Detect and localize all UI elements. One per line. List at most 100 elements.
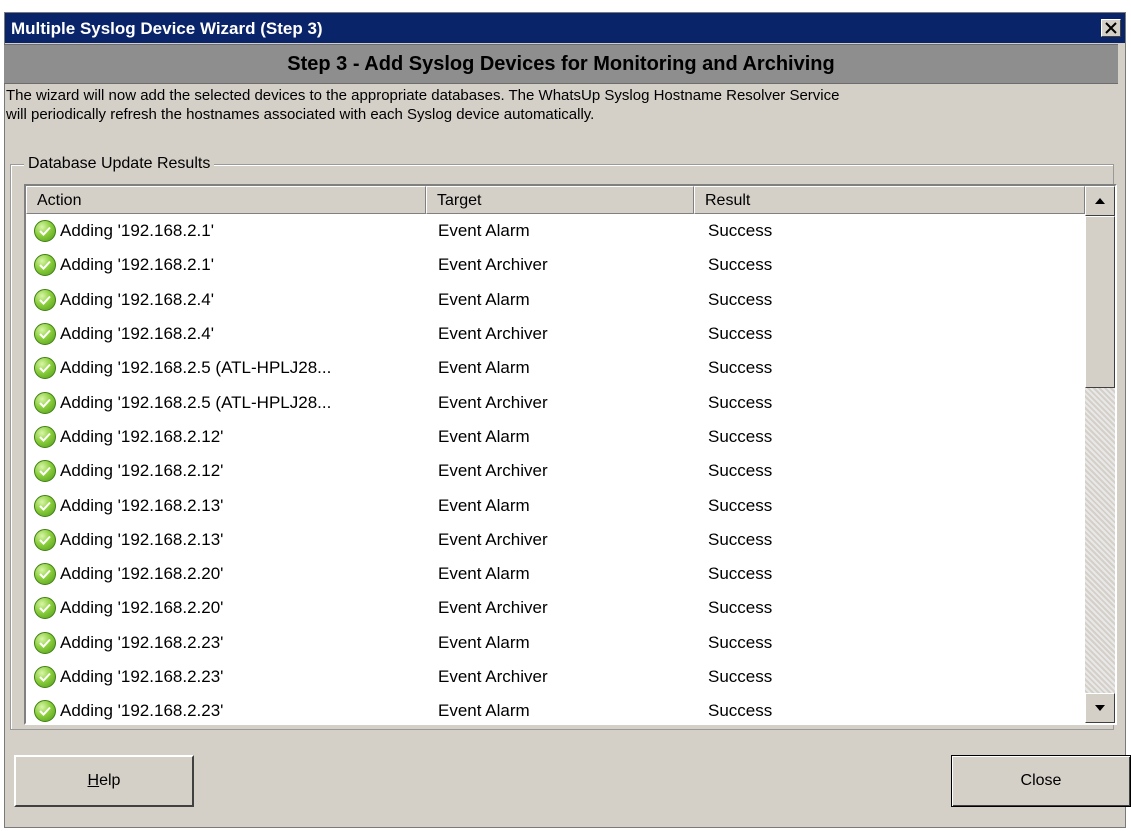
action-text: Adding '192.168.2.5 (ATL-HPLJ28...: [60, 358, 332, 378]
vertical-scrollbar[interactable]: [1085, 186, 1115, 723]
cell-result: Success: [708, 426, 773, 446]
step-description: The wizard will now add the selected dev…: [6, 86, 1116, 124]
action-text: Adding '192.168.2.13': [60, 495, 224, 515]
checkmark-success-icon: [34, 494, 56, 517]
table-row[interactable]: Adding '192.168.2.1' Event Archiver Succes…: [26, 248, 1085, 282]
cell-action: Adding '192.168.2.12': [26, 425, 434, 448]
action-text: Adding '192.168.2.20': [60, 564, 224, 584]
cell-action: Adding '192.168.2.1': [26, 220, 434, 243]
action-text: Adding '192.168.2.5 (ATL-HPLJ28...: [60, 392, 332, 412]
table-row[interactable]: Adding '192.168.2.4' Event Alarm Success: [26, 283, 1085, 317]
cell-result: Success: [708, 564, 773, 584]
cell-result: Success: [708, 632, 773, 652]
checkmark-success-icon: [34, 460, 56, 483]
cell-action: Adding '192.168.2.13': [26, 494, 434, 517]
table-row[interactable]: Adding '192.168.2.12' Event Archiver Succe…: [26, 454, 1085, 488]
scrollbar-thumb[interactable]: [1085, 216, 1115, 388]
table-row[interactable]: Adding '192.168.2.23' Event Archiver Succe…: [26, 660, 1085, 694]
table-row[interactable]: Adding '192.168.2.4' Event Archiver Succes…: [26, 317, 1085, 351]
table-row[interactable]: Adding '192.168.2.23' Event Alarm Success: [26, 626, 1085, 660]
cell-result: Success: [708, 289, 773, 309]
checkmark-success-icon: [34, 254, 56, 277]
cell-action: Adding '192.168.2.5 (ATL-HPLJ28...: [26, 357, 434, 380]
cell-action: Adding '192.168.2.12': [26, 460, 434, 483]
window-close-button[interactable]: [1101, 19, 1121, 37]
arrow-down-icon: [1095, 705, 1105, 711]
cell-target: Event Alarm: [438, 632, 530, 652]
help-button-label: Help: [87, 772, 121, 789]
table-row[interactable]: Adding '192.168.2.5 (ATL-HPLJ28... Event …: [26, 385, 1085, 419]
cell-target: Event Alarm: [438, 564, 530, 584]
checkmark-success-icon: [34, 288, 56, 311]
cell-target: Event Alarm: [438, 426, 530, 446]
checkmark-success-icon: [34, 528, 56, 551]
cell-action: Adding '192.168.2.4': [26, 288, 434, 311]
cell-action: Adding '192.168.2.4': [26, 323, 434, 346]
description-line-2: will periodically refresh the hostnames …: [6, 106, 595, 123]
table-row[interactable]: Adding '192.168.2.23' Event Alarm Success: [26, 694, 1085, 723]
cell-target: Event Alarm: [438, 358, 530, 378]
action-text: Adding '192.168.2.1': [60, 255, 214, 275]
cell-result: Success: [708, 667, 773, 686]
cell-result: Success: [708, 358, 773, 378]
scroll-down-button[interactable]: [1085, 693, 1115, 723]
cell-target: Event Archiver: [438, 255, 548, 275]
title-bar[interactable]: Multiple Syslog Device Wizard (Step 3): [5, 13, 1125, 43]
checkmark-success-icon: [34, 631, 56, 654]
cell-result: Success: [708, 701, 773, 721]
scroll-up-button[interactable]: [1085, 186, 1115, 216]
action-text: Adding '192.168.2.1': [60, 221, 214, 241]
table-row[interactable]: Adding '192.168.2.13' Event Archiver Succe…: [26, 523, 1085, 557]
checkmark-success-icon: [34, 220, 56, 243]
column-header-action[interactable]: Action: [26, 186, 426, 214]
cell-action: Adding '192.168.2.23': [26, 666, 434, 688]
table-row[interactable]: Adding '192.168.2.12' Event Alarm Success: [26, 420, 1085, 454]
close-button[interactable]: Close: [951, 755, 1131, 807]
results-listview[interactable]: Action Target Result Adding '192.168.2.1…: [24, 184, 1117, 725]
action-text: Adding '192.168.2.12': [60, 461, 224, 481]
cell-target: Event Alarm: [438, 495, 530, 515]
column-header-result[interactable]: Result: [694, 186, 1085, 214]
checkmark-success-icon: [34, 666, 56, 688]
listview-header: Action Target Result: [26, 186, 1085, 214]
table-row[interactable]: Adding '192.168.2.20' Event Archiver Succe…: [26, 591, 1085, 625]
action-text: Adding '192.168.2.20': [60, 598, 224, 618]
table-row[interactable]: Adding '192.168.2.5 (ATL-HPLJ28... Event …: [26, 351, 1085, 385]
cell-action: Adding '192.168.2.23': [26, 631, 434, 654]
action-text: Adding '192.168.2.4': [60, 324, 214, 344]
cell-action: Adding '192.168.2.5 (ATL-HPLJ28...: [26, 391, 434, 414]
description-line-1: The wizard will now add the selected dev…: [6, 87, 840, 104]
table-row[interactable]: Adding '192.168.2.13' Event Alarm Success: [26, 488, 1085, 522]
checkmark-success-icon: [34, 357, 56, 380]
cell-action: Adding '192.168.2.13': [26, 528, 434, 551]
action-text: Adding '192.168.2.23': [60, 667, 224, 686]
close-icon: [1105, 22, 1117, 34]
cell-target: Event Archiver: [438, 392, 548, 412]
cell-target: Event Archiver: [438, 529, 548, 549]
action-text: Adding '192.168.2.13': [60, 529, 224, 549]
column-header-target[interactable]: Target: [426, 186, 694, 214]
action-text: Adding '192.168.2.23': [60, 632, 224, 652]
action-text: Adding '192.168.2.4': [60, 289, 214, 309]
window-title: Multiple Syslog Device Wizard (Step 3): [11, 19, 323, 38]
cell-target: Event Alarm: [438, 701, 530, 721]
cell-result: Success: [708, 221, 773, 241]
cell-target: Event Alarm: [438, 221, 530, 241]
step-heading: Step 3 - Add Syslog Devices for Monitori…: [4, 44, 1118, 84]
table-row[interactable]: Adding '192.168.2.20' Event Alarm Success: [26, 557, 1085, 591]
action-text: Adding '192.168.2.12': [60, 426, 224, 446]
checkmark-success-icon: [34, 563, 56, 586]
cell-action: Adding '192.168.2.20': [26, 597, 434, 620]
cell-target: Event Archiver: [438, 324, 548, 344]
table-row[interactable]: Adding '192.168.2.1' Event Alarm Success: [26, 214, 1085, 248]
help-button[interactable]: Help: [14, 755, 194, 807]
cell-target: Event Archiver: [438, 598, 548, 618]
cell-target: Event Archiver: [438, 667, 548, 686]
checkmark-success-icon: [34, 323, 56, 346]
cell-target: Event Archiver: [438, 461, 548, 481]
results-group-label: Database Update Results: [24, 155, 215, 173]
cell-result: Success: [708, 598, 773, 618]
action-text: Adding '192.168.2.23': [60, 701, 224, 721]
checkmark-success-icon: [34, 425, 56, 448]
checkmark-success-icon: [34, 391, 56, 414]
